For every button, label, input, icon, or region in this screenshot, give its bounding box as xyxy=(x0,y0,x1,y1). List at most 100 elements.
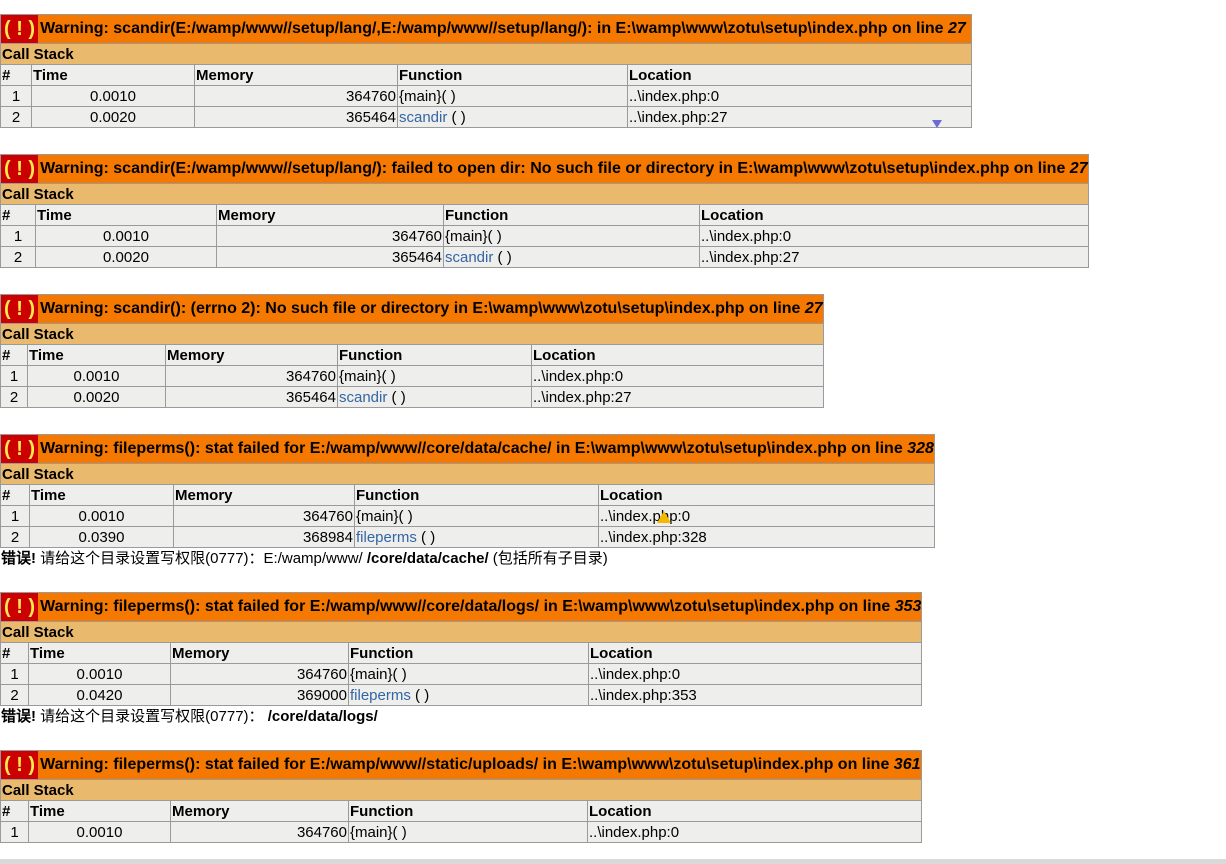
error-line: 27 xyxy=(804,300,823,317)
col-memory: Memory xyxy=(216,204,444,226)
table-row: 1 0.0010 364760 {main}( ) ..\index.php:0 xyxy=(0,663,923,685)
function-link[interactable]: scandir xyxy=(339,389,387,406)
call-stack-title: Call Stack xyxy=(0,323,824,345)
col-location: Location xyxy=(598,484,935,506)
row-num: 1 xyxy=(0,505,30,527)
error-header: ( ! ) Warning: fileperms(): stat failed f… xyxy=(0,750,922,780)
dropdown-arrow-icon xyxy=(932,120,942,128)
row-location: ..\index.php:353 xyxy=(587,684,923,706)
row-num: 1 xyxy=(0,225,36,247)
function-link[interactable]: scandir xyxy=(399,109,447,126)
row-memory: 365464 xyxy=(165,386,338,408)
col-function: Function xyxy=(443,204,700,226)
call-stack-title: Call Stack xyxy=(0,621,923,643)
row-location: ..\index.php:27 xyxy=(531,386,824,408)
function-link[interactable]: scandir xyxy=(445,249,493,266)
call-stack-title: Call Stack xyxy=(0,183,1089,205)
xdebug-error-table: ( ! ) Warning: fileperms(): stat failed f… xyxy=(0,434,935,548)
row-time: 0.0010 xyxy=(35,225,217,247)
error-line: 328 xyxy=(907,440,934,457)
error-line: 361 xyxy=(893,756,921,773)
notice-label: 错误! xyxy=(1,550,36,567)
row-num: 2 xyxy=(0,106,32,128)
col-time: Time xyxy=(28,800,171,822)
row-num: 2 xyxy=(0,386,28,408)
error-page: ( ! ) Warning: scandir(E:/wamp/www//setup… xyxy=(0,14,1226,843)
row-memory: 369000 xyxy=(170,684,349,706)
notice-path: /core/data/logs/ xyxy=(267,708,378,725)
notice-text: 请给这个目录设置写权限(0777)： xyxy=(36,708,268,725)
row-function: scandir ( ) xyxy=(443,246,700,268)
error-notice: 错误! 请给这个目录设置写权限(0777)：E:/wamp/www/ /core… xyxy=(0,548,1226,569)
row-num: 2 xyxy=(0,246,36,268)
notice-path: /core/data/cache/ xyxy=(366,550,489,567)
notice-text: 请给这个目录设置写权限(0777)：E:/wamp/www/ xyxy=(36,550,367,567)
error-message: Warning: scandir(E:/wamp/www//setup/lang… xyxy=(40,160,1070,177)
row-memory: 364760 xyxy=(165,365,338,387)
error-bang-icon: ( ! ) xyxy=(1,295,39,323)
row-time: 0.0390 xyxy=(29,526,174,548)
error-message: Warning: scandir(): (errno 2): No such f… xyxy=(40,300,805,317)
horizontal-scrollbar[interactable] xyxy=(0,859,1226,864)
error-notice: 错误! 请给这个目录设置写权限(0777)： /core/data/logs/ xyxy=(0,706,1226,727)
row-memory: 364760 xyxy=(194,85,398,107)
xdebug-error-table: ( ! ) Warning: fileperms(): stat failed f… xyxy=(0,592,923,706)
warning-triangle-icon xyxy=(657,511,671,523)
table-row: 1 0.0010 364760 {main}( ) ..\index.php:0 xyxy=(0,225,1089,247)
col-location: Location xyxy=(699,204,1089,226)
row-function: {main}( ) xyxy=(354,505,599,527)
col-memory: Memory xyxy=(170,642,349,664)
row-time: 0.0420 xyxy=(28,684,171,706)
error-bang-icon: ( ! ) xyxy=(1,15,39,43)
col-location: Location xyxy=(587,800,922,822)
col-memory: Memory xyxy=(170,800,349,822)
notice-label: 错误! xyxy=(1,708,36,725)
col-num: # xyxy=(0,344,28,366)
row-function: scandir ( ) xyxy=(397,106,628,128)
row-num: 2 xyxy=(0,526,30,548)
row-time: 0.0010 xyxy=(28,663,171,685)
table-row: 1 0.0010 364760 {main}( ) ..\index.php:0 xyxy=(0,821,922,843)
function-suffix: ( ) xyxy=(493,248,512,266)
xdebug-error-table: ( ! ) Warning: scandir(E:/wamp/www//setup… xyxy=(0,14,972,128)
col-memory: Memory xyxy=(165,344,338,366)
col-function: Function xyxy=(348,800,588,822)
error-header: ( ! ) Warning: fileperms(): stat failed f… xyxy=(0,592,923,622)
row-location: ..\index.php:0 xyxy=(587,663,923,685)
col-function: Function xyxy=(337,344,532,366)
col-num: # xyxy=(0,800,29,822)
error-message: Warning: fileperms(): stat failed for E:… xyxy=(40,440,908,457)
table-row: 2 0.0020 365464 scandir ( ) ..\index.php… xyxy=(0,386,824,408)
row-function: {main}( ) xyxy=(337,365,532,387)
error-header: ( ! ) Warning: fileperms(): stat failed f… xyxy=(0,434,935,464)
row-function: {main}( ) xyxy=(397,85,628,107)
row-location: ..\index.php:0 xyxy=(587,821,922,843)
row-time: 0.0010 xyxy=(29,505,174,527)
col-time: Time xyxy=(29,484,174,506)
row-memory: 368984 xyxy=(173,526,355,548)
row-time: 0.0010 xyxy=(27,365,166,387)
function-link[interactable]: fileperms xyxy=(356,529,417,546)
error-line: 27 xyxy=(1069,160,1088,177)
xdebug-error-table: ( ! ) Warning: scandir(): (errno 2): No s… xyxy=(0,294,824,408)
notice-suffix: (包括所有子目录) xyxy=(488,550,608,567)
error-header: ( ! ) Warning: scandir(E:/wamp/www//setup… xyxy=(0,154,1089,184)
call-stack-title: Call Stack xyxy=(0,463,935,485)
table-row: 1 0.0010 364760 {main}( ) ..\index.php:0 xyxy=(0,505,935,527)
row-location: ..\index.php:0 xyxy=(531,365,824,387)
row-function: scandir ( ) xyxy=(337,386,532,408)
row-location: ..\index.php:27 xyxy=(699,246,1089,268)
error-bang-icon: ( ! ) xyxy=(1,155,39,183)
table-row: 2 0.0390 368984 fileperms ( ) ..\index.p… xyxy=(0,526,935,548)
xdebug-error-table: ( ! ) Warning: scandir(E:/wamp/www//setup… xyxy=(0,154,1089,268)
function-link[interactable]: fileperms xyxy=(350,687,411,704)
row-time: 0.0010 xyxy=(31,85,195,107)
row-memory: 364760 xyxy=(170,821,349,843)
error-header: ( ! ) Warning: scandir(E:/wamp/www//setup… xyxy=(0,14,972,44)
error-bang-icon: ( ! ) xyxy=(1,435,39,463)
row-memory: 364760 xyxy=(216,225,444,247)
row-function: fileperms ( ) xyxy=(354,526,599,548)
error-message: Warning: fileperms(): stat failed for E:… xyxy=(40,598,895,615)
table-row: 1 0.0010 364760 {main}( ) ..\index.php:0 xyxy=(0,85,972,107)
col-function: Function xyxy=(354,484,599,506)
